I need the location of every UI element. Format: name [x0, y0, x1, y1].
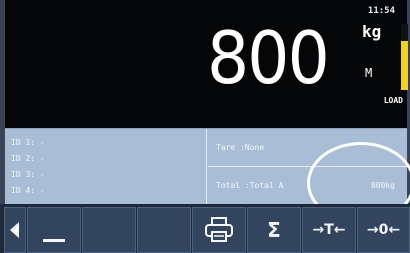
weight-display: 11:54 800 kg M LOAD: [5, 0, 408, 128]
function-toolbar: Σ →T← →0←: [0, 204, 410, 253]
underscore-button[interactable]: [27, 207, 81, 253]
back-button[interactable]: [4, 207, 26, 253]
zero-arrow-icon: →0←: [366, 222, 401, 238]
id-row[interactable]: ID 3: -: [11, 167, 206, 183]
clock: 11:54: [367, 6, 395, 16]
weight-unit: kg: [362, 22, 382, 41]
load-bar-fill: [401, 40, 408, 90]
id-row[interactable]: ID 1: -: [11, 135, 206, 151]
id-row[interactable]: ID 2: -: [11, 151, 206, 167]
blank-button-1[interactable]: [82, 207, 136, 253]
printer-icon: [205, 217, 233, 242]
blank-button-2[interactable]: [137, 207, 191, 253]
print-button[interactable]: [192, 207, 246, 253]
weight-value: 800: [207, 16, 330, 100]
id-list: ID 1: - ID 2: - ID 3: - ID 4: -: [5, 129, 207, 205]
id-row[interactable]: ID 4: -: [11, 183, 206, 199]
load-bar: [401, 24, 408, 90]
sigma-icon: Σ: [267, 218, 281, 242]
tare-button[interactable]: →T←: [302, 207, 356, 253]
zero-button[interactable]: →0←: [357, 207, 410, 253]
tare-label: Tare :None: [216, 143, 265, 152]
tare-arrow-icon: →T←: [312, 222, 346, 238]
load-label: LOAD: [383, 96, 403, 105]
total-label: Total :Total A: [216, 181, 284, 190]
scale-screen: 11:54 800 kg M LOAD ID 1: - ID 2: - ID 3…: [0, 0, 410, 253]
mode-indicator: M: [365, 66, 373, 80]
underscore-icon: [43, 239, 65, 242]
sum-button[interactable]: Σ: [247, 207, 301, 253]
back-arrow-icon: [10, 222, 19, 238]
